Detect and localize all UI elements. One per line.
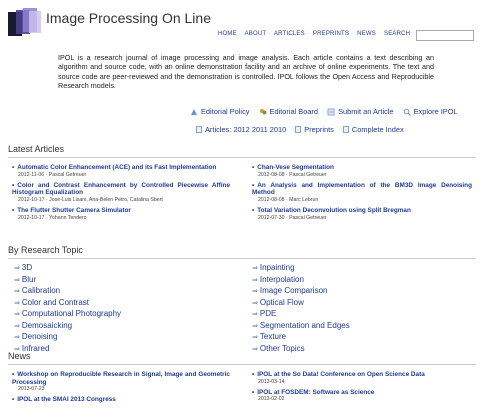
topic-color-contrast[interactable]: Color and Contrast — [14, 298, 214, 310]
article-item: An Analysis and Implementation of the BM… — [252, 182, 472, 203]
preprints-icon — [295, 126, 302, 133]
article-meta: 2012-11-06 · Pascal Getreuer — [18, 171, 87, 178]
submit-article-icon — [327, 108, 335, 115]
article-item: The Flutter Shutter Camera Simulator 201… — [12, 207, 230, 221]
editorial-board-icon — [259, 108, 267, 114]
topics-right: Inpainting Interpolation Image Compariso… — [252, 263, 452, 355]
article-title[interactable]: Chan-Vese Segmentation — [252, 164, 472, 172]
nav-articles[interactable]: ARTICLES — [274, 31, 305, 37]
complete-index-icon — [342, 126, 349, 133]
topic-other[interactable]: Other Topics — [252, 344, 452, 356]
topic-3d[interactable]: 3D — [14, 263, 214, 275]
topic-infrared[interactable]: Infrared — [14, 344, 214, 356]
news-item: Workshop on Reproducible Research in Sig… — [12, 371, 230, 392]
editorial-policy-link[interactable]: Editorial Policy — [201, 107, 249, 116]
intro-text: IPOL is a research journal of image proc… — [58, 53, 434, 91]
news-item: IPOL at FOSDEM: Software as Science 2013… — [252, 389, 472, 403]
nav-home[interactable]: HOME — [218, 31, 237, 37]
explore-ipol-link[interactable]: Explore IPOL — [414, 107, 458, 116]
ipol-logo[interactable] — [8, 8, 42, 38]
topic-computational-photography[interactable]: Computational Photography — [14, 309, 214, 321]
divider — [8, 157, 476, 158]
article-title[interactable]: Total Variation Deconvolution using Spli… — [252, 207, 472, 215]
news-date: 2013-07-23 — [18, 386, 45, 393]
news-item: IPOL at the SMAI 2013 Congress — [12, 396, 230, 404]
article-title[interactable]: An Analysis and Implementation of the BM… — [252, 182, 472, 197]
news-date: 2013-02-02 — [258, 396, 285, 403]
news-title[interactable]: IPOL at FOSDEM: Software as Science — [252, 389, 472, 397]
editorial-policy-icon — [191, 108, 197, 115]
news-title[interactable]: IPOL at the So Data! Conference on Open … — [252, 371, 472, 379]
topic-blur[interactable]: Blur — [14, 275, 214, 287]
divider — [8, 364, 476, 365]
topic-optical-flow[interactable]: Optical Flow — [252, 298, 452, 310]
article-meta: 2012-10-17 · Yohann Tendero — [18, 214, 87, 221]
divider — [8, 258, 476, 259]
topic-interpolation[interactable]: Interpolation — [252, 275, 452, 287]
editorial-board-link[interactable]: Editorial Board — [270, 107, 318, 116]
nav-search[interactable]: SEARCH — [384, 31, 410, 37]
archive-links: Articles: 2012 2011 2010 Preprints Compl… — [196, 125, 411, 135]
news-date: 2013-03-14 — [258, 378, 285, 385]
latest-articles-heading: Latest Articles — [8, 144, 65, 154]
news-left: Workshop on Reproducible Research in Sig… — [12, 371, 230, 408]
article-meta: 2012-08-08 · Pascal Getreuer — [258, 171, 327, 178]
nav-preprints[interactable]: PREPRINTS — [313, 31, 349, 37]
topic-pde[interactable]: PDE — [252, 309, 452, 321]
topic-segmentation-edges[interactable]: Segmentation and Edges — [252, 321, 452, 333]
article-item: Automatic Color Enhancement (ACE) and it… — [12, 164, 230, 178]
article-item: Total Variation Deconvolution using Spli… — [252, 207, 472, 221]
article-item: Color and Contrast Enhancement by Contro… — [12, 182, 230, 203]
topic-demosaicking[interactable]: Demosaicking — [14, 321, 214, 333]
latest-articles-left: Automatic Color Enhancement (ACE) and it… — [12, 164, 230, 225]
news-title[interactable]: IPOL at the SMAI 2013 Congress — [12, 396, 230, 404]
research-topic-heading: By Research Topic — [8, 245, 83, 255]
explore-ipol-icon — [403, 108, 411, 116]
preprints-link[interactable]: Preprints — [304, 125, 334, 134]
news-title[interactable]: Workshop on Reproducible Research in Sig… — [12, 371, 230, 386]
article-item: Chan-Vese Segmentation 2012-08-08 · Pasc… — [252, 164, 472, 178]
complete-index-link[interactable]: Complete Index — [352, 125, 404, 134]
latest-articles-right: Chan-Vese Segmentation 2012-08-08 · Pasc… — [252, 164, 472, 225]
news-right: IPOL at the So Data! Conference on Open … — [252, 371, 472, 407]
topic-denoising[interactable]: Denoising — [14, 332, 214, 344]
topic-texture[interactable]: Texture — [252, 332, 452, 344]
topics-left: 3D Blur Calibration Color and Contrast C… — [14, 263, 214, 355]
article-meta: 2012-07-30 · Pascal Getreuer — [258, 214, 327, 221]
news-item: IPOL at the So Data! Conference on Open … — [252, 371, 472, 385]
articles-icon — [196, 126, 202, 133]
submit-article-link[interactable]: Submit an Article — [338, 107, 393, 116]
article-title[interactable]: The Flutter Shutter Camera Simulator — [12, 207, 230, 215]
articles-by-year-link[interactable]: Articles: 2012 2011 2010 — [205, 125, 286, 134]
nav-about[interactable]: ABOUT — [245, 31, 267, 37]
topic-image-comparison[interactable]: Image Comparison — [252, 286, 452, 298]
main-links: Editorial Policy Editorial Board Submit … — [190, 107, 465, 118]
site-header: Image Processing On Line HOME · ABOUT · AR… — [0, 0, 482, 44]
news-heading: News — [8, 351, 31, 361]
nav-news[interactable]: NEWS — [357, 31, 376, 37]
article-meta: 2012-08-08 · Marc Lebrun — [258, 196, 319, 203]
search-input[interactable] — [416, 30, 474, 41]
article-meta: 2012-10-17 · José-Luis Lisani, Ana-Belen… — [18, 196, 163, 203]
topic-inpainting[interactable]: Inpainting — [252, 263, 452, 275]
article-title[interactable]: Color and Contrast Enhancement by Contro… — [12, 182, 230, 197]
top-navigation: HOME · ABOUT · ARTICLES · PREPRINTS · NEWS · … — [218, 31, 411, 37]
site-title[interactable]: Image Processing On Line — [46, 10, 211, 26]
topic-calibration[interactable]: Calibration — [14, 286, 214, 298]
article-title[interactable]: Automatic Color Enhancement (ACE) and it… — [12, 164, 230, 172]
